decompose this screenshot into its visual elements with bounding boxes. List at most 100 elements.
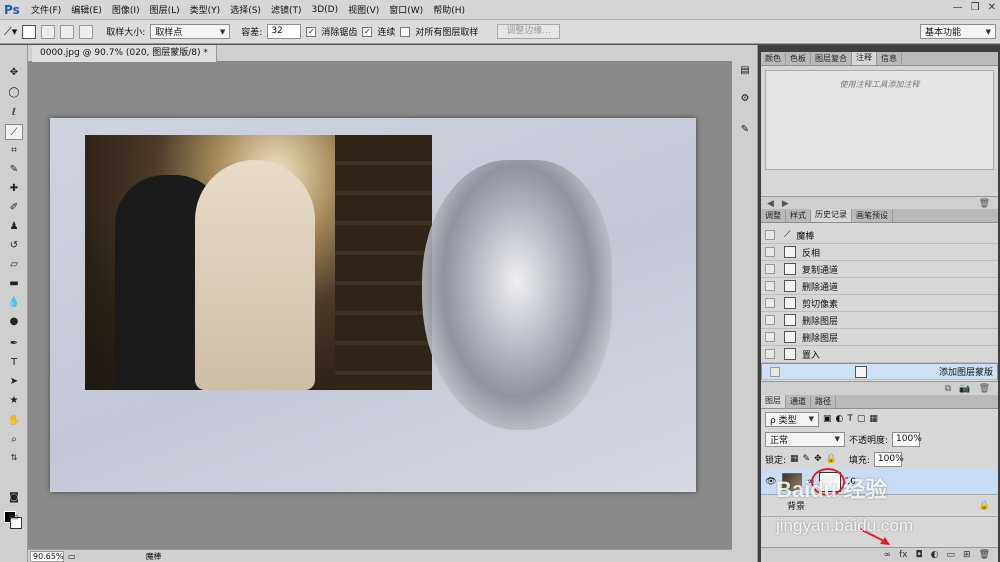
brush-tool-icon[interactable]: ✐ [5, 200, 23, 216]
sample-size-select[interactable]: 取样点 ▼ [150, 24, 231, 39]
lock-position-icon[interactable]: ✥ [814, 454, 822, 464]
layer-style-fx-icon[interactable]: fx [899, 550, 908, 560]
history-item[interactable]: 删除图层 [761, 312, 998, 329]
filter-shape-icon[interactable]: ▢ [857, 414, 866, 424]
quick-mask-icon[interactable]: ◙ [5, 490, 23, 506]
delete-layer-icon[interactable]: 🗑 [979, 550, 990, 560]
delete-note-icon[interactable]: 🗑 [979, 199, 990, 209]
filter-pixel-icon[interactable]: ▣ [823, 414, 832, 424]
menu-3d[interactable]: 3D(D) [306, 5, 343, 15]
add-selection-icon[interactable] [41, 24, 56, 39]
new-selection-icon[interactable] [22, 24, 37, 39]
menu-file[interactable]: 文件(F) [26, 3, 66, 16]
history-source-checkbox[interactable] [770, 366, 780, 377]
menu-layer[interactable]: 图层(L) [145, 3, 185, 16]
tab-brush-presets[interactable]: 画笔预设 [852, 210, 893, 222]
menu-window[interactable]: 窗口(W) [384, 3, 428, 16]
menu-edit[interactable]: 编辑(E) [66, 3, 107, 16]
history-item[interactable]: 删除通道 [761, 278, 998, 295]
tab-color[interactable]: 颜色 [761, 53, 786, 65]
tab-info[interactable]: 信息 [877, 53, 902, 65]
history-source-checkbox[interactable] [765, 230, 775, 240]
history-source-checkbox[interactable] [765, 315, 775, 325]
magic-wand-tool-preset-icon[interactable]: ⟋▾ [4, 25, 17, 39]
menu-image[interactable]: 图像(I) [107, 3, 145, 16]
history-item-selected[interactable]: 添加图层蒙版 [761, 363, 998, 380]
tab-paths[interactable]: 路径 [811, 396, 836, 408]
next-note-icon[interactable]: ▶ [782, 199, 789, 209]
history-source-checkbox[interactable] [765, 349, 775, 359]
history-item[interactable]: 反相 [761, 244, 998, 261]
new-group-icon[interactable]: ▭ [947, 550, 956, 560]
menu-view[interactable]: 视图(V) [343, 3, 384, 16]
delete-state-icon[interactable]: 🗑 [979, 384, 990, 394]
tab-history[interactable]: 历史记录 [811, 209, 852, 222]
close-button[interactable]: ✕ [988, 2, 996, 13]
healing-brush-tool-icon[interactable]: ✚ [5, 181, 23, 197]
restore-button[interactable]: ❐ [971, 2, 980, 13]
fill-input[interactable]: 100% [873, 451, 904, 467]
menu-select[interactable]: 选择(S) [225, 3, 266, 16]
history-item[interactable]: 删除图层 [761, 329, 998, 346]
layer-filter-select[interactable]: ρ 类型 ▼ [765, 411, 819, 427]
crop-tool-icon[interactable]: ⌗ [5, 143, 23, 159]
tab-layer-comps[interactable]: 图层复合 [811, 53, 852, 65]
screen-mode-icon[interactable]: ▭ [5, 510, 23, 526]
document-tab[interactable]: 0000.jpg @ 90.7% (020, 图层蒙版/8) * [32, 45, 217, 62]
pen-tool-icon[interactable]: ✒ [5, 336, 23, 352]
link-layers-icon[interactable]: ∞ [884, 550, 892, 560]
tab-styles[interactable]: 样式 [786, 210, 811, 222]
minimize-button[interactable]: — [953, 2, 963, 13]
menu-filter[interactable]: 滤镜(T) [266, 3, 307, 16]
opacity-input[interactable]: 100% [892, 431, 922, 447]
lock-transparent-icon[interactable]: ▦ [790, 454, 799, 464]
contiguous-checkbox[interactable]: ✓ [362, 26, 373, 37]
history-source-checkbox[interactable] [765, 264, 775, 274]
tab-swatches[interactable]: 色板 [786, 53, 811, 65]
blend-mode-select[interactable]: 正常 ▼ [765, 431, 845, 447]
adjustment-layer-icon[interactable]: ◐ [931, 550, 939, 560]
zoom-tool-icon[interactable]: ⌕ [5, 432, 23, 448]
antialias-checkbox[interactable]: ✓ [306, 26, 317, 37]
swap-colors-icon[interactable]: ⇅ [5, 450, 23, 466]
history-item[interactable]: 剪切像素 [761, 295, 998, 312]
history-source-checkbox[interactable] [765, 281, 775, 291]
lock-image-icon[interactable]: ✎ [803, 454, 811, 464]
zoom-field[interactable]: 90.65% [30, 550, 64, 562]
new-layer-icon[interactable]: ⊞ [963, 550, 971, 560]
eyedropper-tool-icon[interactable]: ✎ [5, 162, 23, 178]
brushes-panel-icon[interactable]: ✎ [737, 122, 753, 138]
marquee-tool-icon[interactable]: ◯ [5, 85, 23, 101]
refine-edge-button[interactable]: 调整边缘... [497, 24, 560, 39]
hand-tool-icon[interactable]: ✋ [5, 413, 23, 429]
history-source-checkbox[interactable] [765, 298, 775, 308]
tab-channels[interactable]: 通道 [786, 396, 811, 408]
workspace-select[interactable]: 基本功能 ▼ [920, 24, 996, 39]
gradient-tool-icon[interactable]: ▬ [5, 276, 23, 292]
previous-note-icon[interactable]: ◀ [767, 199, 774, 209]
clone-stamp-tool-icon[interactable]: ♟ [5, 219, 23, 235]
filter-adjustment-icon[interactable]: ◐ [836, 414, 844, 424]
history-source-checkbox[interactable] [765, 332, 775, 342]
history-panel-icon[interactable]: ▤ [737, 63, 753, 79]
shape-tool-icon[interactable]: ★ [5, 393, 23, 409]
menu-help[interactable]: 帮助(H) [428, 3, 470, 16]
subtract-selection-icon[interactable] [60, 24, 75, 39]
blur-tool-icon[interactable]: 💧 [5, 295, 23, 311]
eraser-tool-icon[interactable]: ▱ [5, 257, 23, 273]
history-item[interactable]: 置入 [761, 346, 998, 363]
intersect-selection-icon[interactable] [79, 24, 94, 39]
new-document-from-state-icon[interactable]: ⧉ [945, 384, 951, 394]
status-info-arrow-icon[interactable]: ▭ [68, 552, 76, 561]
history-item[interactable]: 复制通道 [761, 261, 998, 278]
tab-notes[interactable]: 注释 [852, 52, 877, 65]
path-selection-tool-icon[interactable]: ➤ [5, 374, 23, 390]
tab-layers[interactable]: 图层 [761, 395, 786, 408]
history-source-checkbox[interactable] [765, 247, 775, 257]
type-tool-icon[interactable]: T [5, 355, 23, 371]
history-brush-tool-icon[interactable]: ↺ [5, 238, 23, 254]
menu-type[interactable]: 类型(Y) [185, 3, 226, 16]
magic-wand-tool-icon[interactable]: ⟋ [5, 124, 23, 140]
lock-all-icon[interactable]: 🔒 [826, 454, 837, 464]
new-snapshot-icon[interactable]: 📷 [959, 384, 970, 394]
